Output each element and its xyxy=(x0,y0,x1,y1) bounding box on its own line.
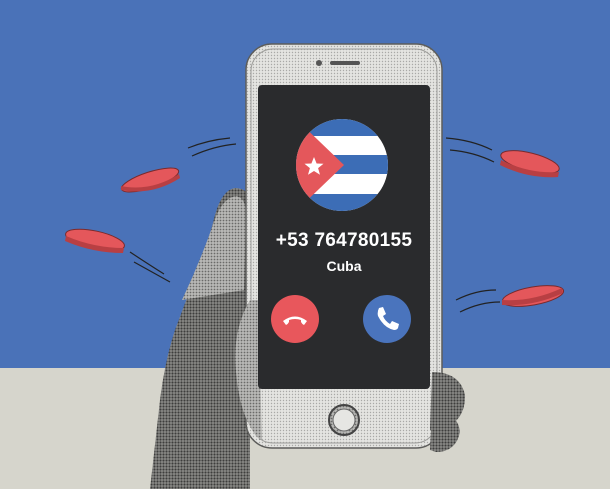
front-camera xyxy=(316,60,322,66)
caller-number: +53 764780155 xyxy=(275,230,413,251)
phone-answer-icon xyxy=(363,295,411,343)
accept-call-button[interactable] xyxy=(362,294,412,344)
earpiece xyxy=(330,61,360,65)
caller-country: Cuba xyxy=(326,258,362,274)
decline-call-button[interactable] xyxy=(270,294,320,344)
cuba-flag-icon xyxy=(296,119,388,211)
illustration: +53 764780155 Cuba xyxy=(0,0,610,489)
phone-hangup-icon xyxy=(271,295,319,343)
